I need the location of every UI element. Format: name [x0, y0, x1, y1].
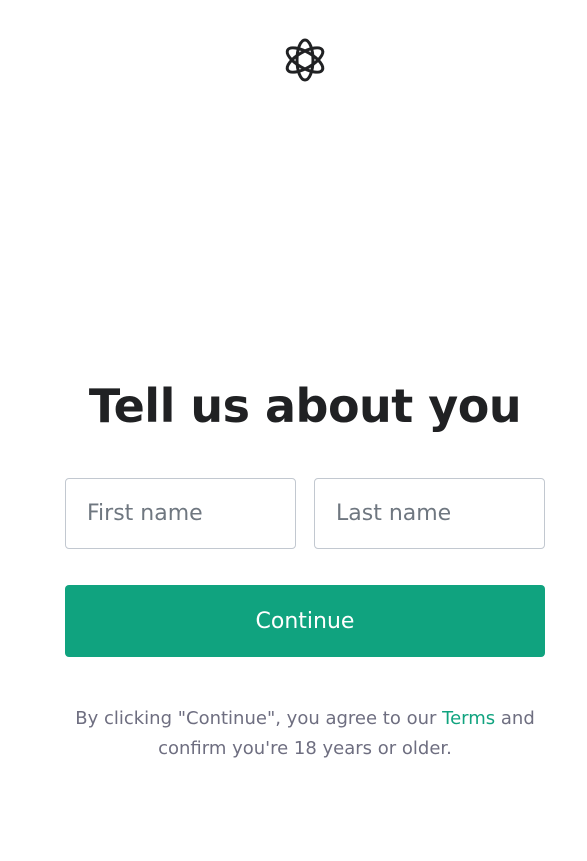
- continue-button[interactable]: Continue: [65, 585, 545, 657]
- first-name-input[interactable]: [65, 478, 296, 549]
- legal-notice: By clicking "Continue", you agree to our…: [60, 704, 550, 764]
- legal-prefix: By clicking "Continue", you agree to our: [75, 708, 443, 729]
- page-title: Tell us about you: [88, 379, 522, 433]
- terms-link[interactable]: Terms: [442, 708, 495, 729]
- openai-logo-icon: [281, 36, 329, 84]
- last-name-input[interactable]: [314, 478, 545, 549]
- signup-page: Tell us about you Continue By clicking "…: [0, 0, 587, 861]
